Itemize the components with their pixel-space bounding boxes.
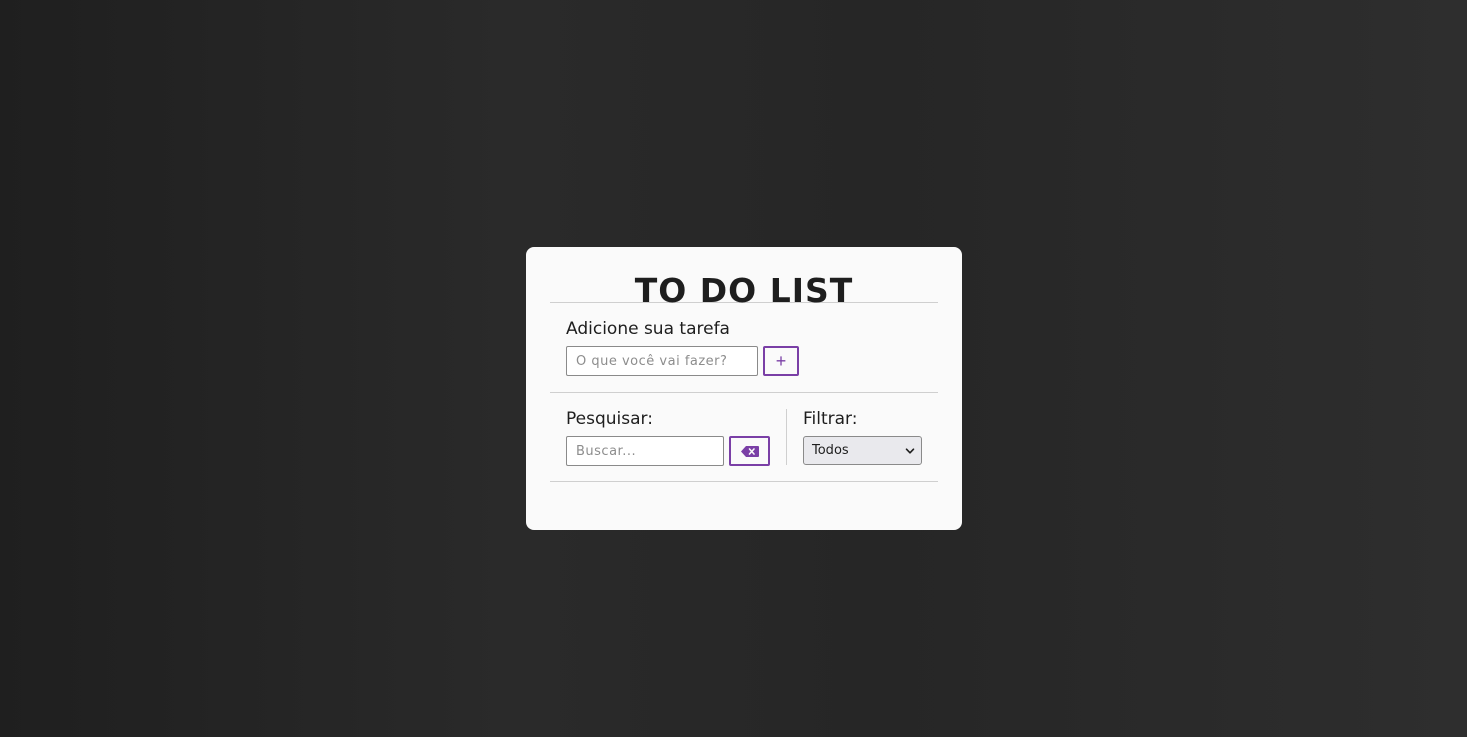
add-task-row: + bbox=[566, 346, 922, 376]
add-task-button[interactable]: + bbox=[763, 346, 799, 376]
filter-section: Filtrar: Todos bbox=[787, 409, 922, 481]
filter-select[interactable]: Todos bbox=[803, 436, 922, 465]
backspace-icon bbox=[740, 445, 759, 457]
search-section: Pesquisar: bbox=[566, 409, 787, 466]
add-task-input[interactable] bbox=[566, 346, 758, 376]
toolbar-section: Pesquisar: Filtrar: Todos bbox=[550, 393, 938, 481]
search-row bbox=[566, 436, 786, 466]
divider bbox=[550, 481, 938, 482]
filter-label: Filtrar: bbox=[803, 409, 858, 429]
add-task-section: Adicione sua tarefa + bbox=[550, 303, 938, 392]
add-task-label: Adicione sua tarefa bbox=[566, 319, 730, 339]
search-input[interactable] bbox=[566, 436, 724, 466]
filter-selected-value: Todos bbox=[812, 443, 849, 458]
plus-icon: + bbox=[775, 351, 787, 371]
page-title: TO DO LIST bbox=[634, 271, 854, 310]
chevron-down-icon bbox=[905, 447, 915, 454]
clear-search-button[interactable] bbox=[729, 436, 770, 466]
todo-card: TO DO LIST Adicione sua tarefa + Pesquis… bbox=[526, 247, 962, 530]
search-label: Pesquisar: bbox=[566, 409, 653, 429]
